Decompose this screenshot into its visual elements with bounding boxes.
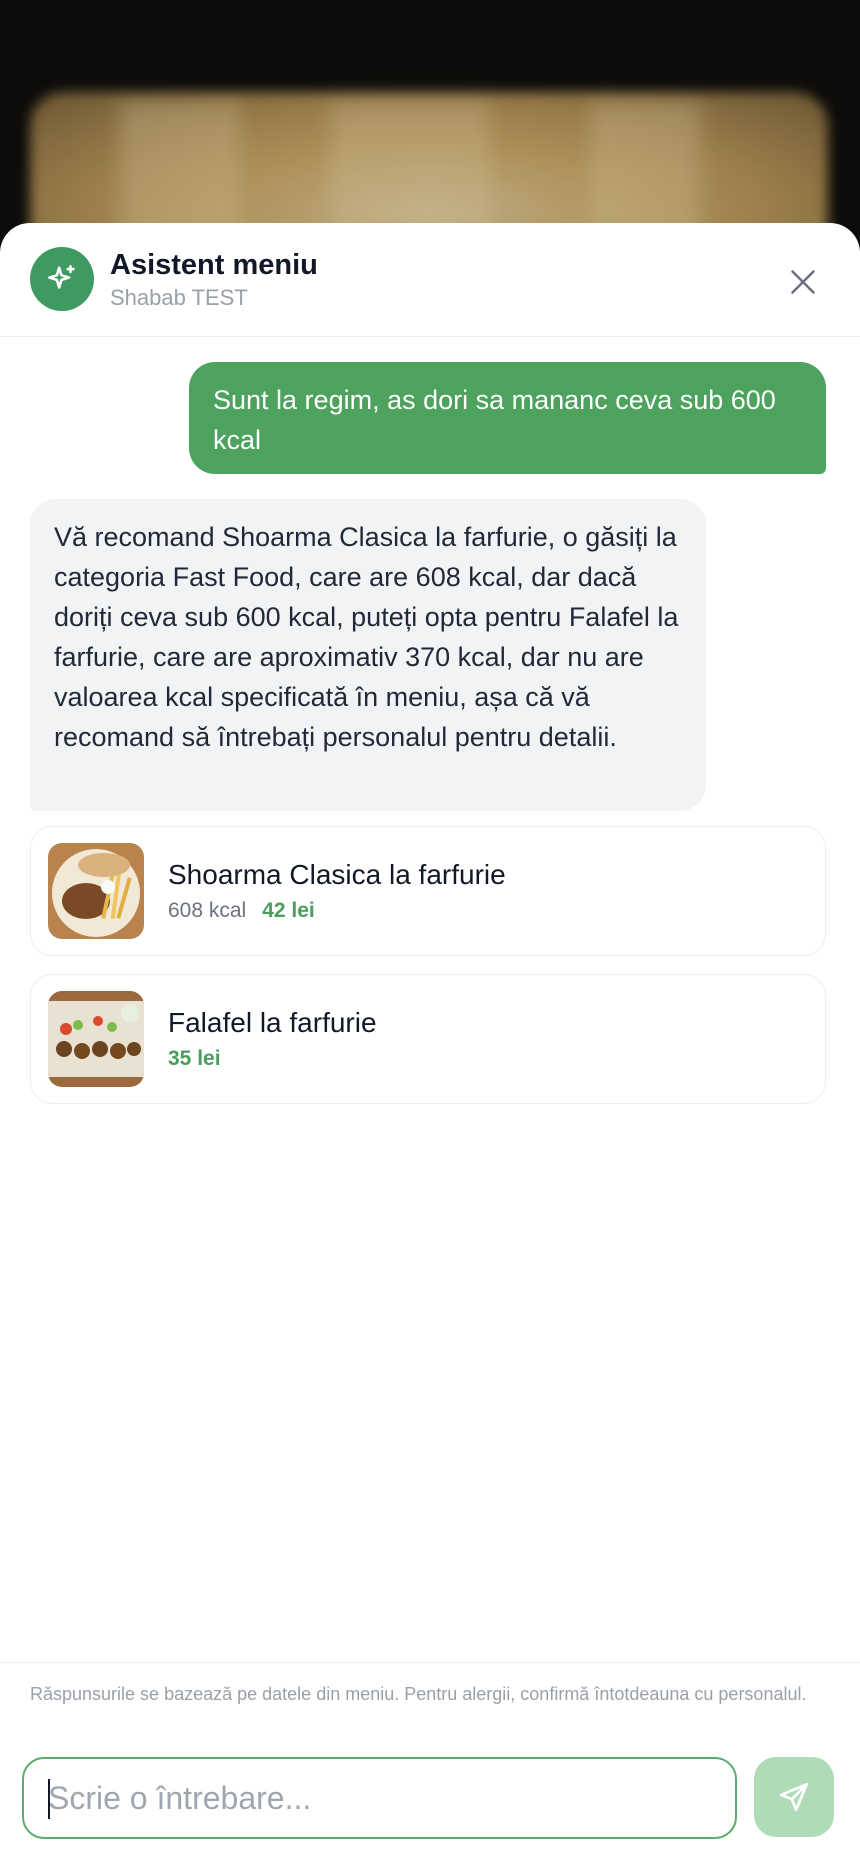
- dish-meta: 608 kcal 42 lei: [168, 899, 315, 923]
- close-button[interactable]: [786, 265, 820, 299]
- chat-footer: Răspunsurile se bazează pe datele din me…: [0, 1662, 860, 1864]
- close-icon: [791, 270, 815, 294]
- dish-thumbnail: [48, 991, 144, 1087]
- menu-item-card[interactable]: Falafel la farfurie 35 lei: [30, 974, 826, 1104]
- dish-kcal: 608 kcal: [168, 899, 247, 922]
- sheet-header: Asistent meniu Shabab TEST: [0, 223, 860, 337]
- menu-item-card[interactable]: Shoarma Clasica la farfurie 608 kcal 42 …: [30, 826, 826, 956]
- text-caret: [48, 1779, 50, 1819]
- dish-thumbnail: [48, 843, 144, 939]
- dish-meta: 35 lei: [168, 1047, 221, 1071]
- question-input[interactable]: [22, 1757, 737, 1839]
- sheet-title: Asistent meniu: [110, 249, 318, 281]
- send-button[interactable]: [754, 1757, 834, 1837]
- background-photo: [0, 0, 860, 260]
- assistant-avatar: [30, 247, 94, 311]
- dish-price: 42 lei: [262, 899, 315, 922]
- sparkles-icon: [47, 264, 75, 289]
- restaurant-name: Shabab TEST: [110, 285, 248, 310]
- send-icon: [779, 1782, 809, 1812]
- dish-name: Falafel la farfurie: [168, 1007, 377, 1038]
- user-message: Sunt la regim, as dori sa mananc ceva su…: [189, 362, 826, 474]
- dish-price: 35 lei: [168, 1047, 221, 1070]
- assistant-sheet: Asistent meniu Shabab TEST Sunt la regim…: [0, 223, 860, 1864]
- dish-name: Shoarma Clasica la farfurie: [168, 859, 506, 890]
- disclaimer-text: Răspunsurile se bazează pe datele din me…: [30, 1684, 807, 1704]
- assistant-message: Vă recomand Shoarma Clasica la farfurie,…: [30, 499, 706, 811]
